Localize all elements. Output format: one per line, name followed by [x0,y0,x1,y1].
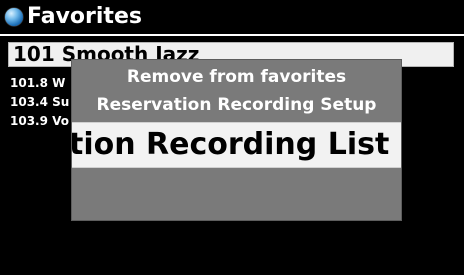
header-divider [0,34,464,36]
header-bar: Favorites [0,0,464,36]
page-title: Favorites [27,4,142,29]
menu-item-recording-list-label: tion Recording List [72,127,390,162]
favorites-screen: Favorites 101 Smooth Jazz 101.8 W 103.4 … [0,0,464,275]
globe-icon [5,8,23,26]
options-popup-menu: Remove from favorites Reservation Record… [71,59,402,221]
menu-item-reservation-recording-setup[interactable]: Reservation Recording Setup [72,93,401,117]
favorite-item[interactable]: 101.8 W [10,75,65,91]
menu-item-recording-list[interactable]: tion Recording List [72,122,401,168]
menu-item-remove-from-favorites[interactable]: Remove from favorites [72,65,401,89]
favorite-item[interactable]: 103.4 Su [10,94,69,110]
favorite-item[interactable]: 103.9 Vo [10,113,69,129]
